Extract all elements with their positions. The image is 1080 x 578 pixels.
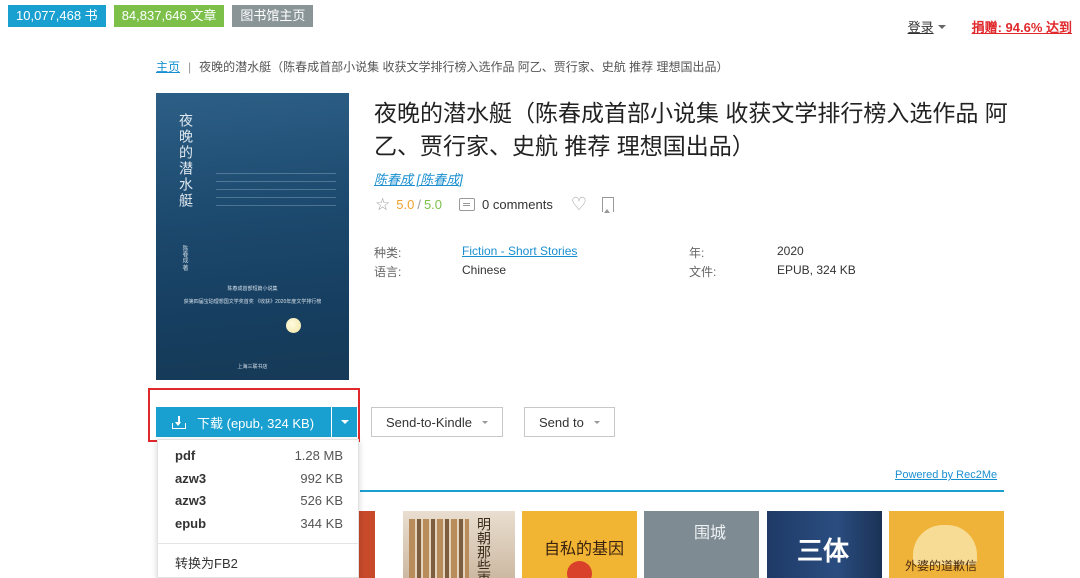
recommendation-book[interactable]: 自私的基因	[522, 511, 637, 578]
recommendation-book[interactable]: 明朝那些事儿	[403, 511, 515, 578]
breadcrumb: 主页 | 夜晚的潜水艇（陈春成首部小说集 收获文学排行榜入选作品 阿乙、贾行家、…	[156, 58, 728, 75]
language-value: Chinese	[462, 263, 507, 277]
library-home-badge[interactable]: 图书馆主页	[232, 5, 314, 27]
login-label: 登录	[907, 20, 934, 35]
format-option-azw3[interactable]: azw3 992 KB	[175, 468, 343, 488]
send-to-kindle-button[interactable]: Send-to-Kindle	[371, 407, 503, 437]
category-value[interactable]: Fiction - Short Stories	[462, 244, 577, 258]
chevron-down-icon	[593, 420, 600, 424]
book-title: 夜晚的潜水艇（陈春成首部小说集 收获文学排行榜入选作品 阿乙、贾行家、史航 推荐…	[374, 100, 1008, 159]
send-to-label: Send to	[539, 414, 584, 430]
cover-publisher: 上海三联书店	[237, 364, 268, 370]
convert-option[interactable]: 转换为FB2	[175, 553, 238, 572]
rating-row: ☆ 5.0 / 5.0 0 comments ♡	[375, 195, 614, 213]
file-label: 文件:	[689, 265, 717, 279]
moon-icon	[286, 318, 301, 333]
send-to-button[interactable]: Send to	[524, 407, 615, 437]
download-format-dropdown: pdf 1.28 MB azw3 992 KB azw3 526 KB epub…	[157, 439, 359, 578]
property-category: 种类: Fiction - Short Stories	[374, 244, 577, 261]
format-name: azw3	[175, 492, 207, 508]
format-name: pdf	[175, 447, 196, 463]
cover-title: 夜晚的潜水艇	[177, 113, 193, 209]
format-name: azw3	[175, 470, 207, 486]
download-button[interactable]: 下载 (epub, 324 KB)	[156, 407, 331, 437]
rec-book-title: 三体	[797, 537, 850, 567]
recommendations-divider	[360, 490, 1004, 492]
download-options-toggle[interactable]	[332, 407, 357, 437]
year-value: 2020	[777, 244, 804, 258]
donate-link[interactable]: 捐赠: 94.6% 达到	[972, 17, 1072, 36]
cover-subtitle-2: 获第四届宝珀理想国文学奖首奖 《收获》2020年度文学排行榜	[183, 299, 322, 305]
login-dropdown[interactable]: 登录	[908, 17, 946, 36]
format-size: 344 KB	[300, 515, 343, 531]
file-value: EPUB, 324 KB	[777, 263, 856, 277]
dropdown-divider	[158, 543, 358, 544]
property-year: 年: 2020	[689, 244, 804, 261]
article-count-badge[interactable]: 84,837,646 文章	[113, 5, 225, 27]
rec-book-title: 自私的基因	[544, 539, 625, 558]
rating-value: 5.0	[396, 196, 415, 212]
breadcrumb-current: 夜晚的潜水艇（陈春成首部小说集 收获文学排行榜入选作品 阿乙、贾行家、史航 推荐…	[199, 60, 729, 74]
comment-icon[interactable]	[459, 197, 476, 211]
cover-subtitle-1: 陈春成首部短篇小说集	[227, 286, 278, 292]
comments-link[interactable]: 0 comments	[482, 197, 553, 212]
recommendation-book[interactable]: 三体	[767, 511, 882, 578]
chevron-down-icon	[340, 420, 349, 424]
heart-icon[interactable]: ♡	[571, 195, 587, 213]
book-cover[interactable]: 夜晚的潜水艇 陈春成 著 陈春成首部短篇小说集 获第四届宝珀理想国文学奖首奖 《…	[156, 93, 349, 380]
recommendation-book[interactable]	[358, 511, 375, 578]
bookmark-icon[interactable]	[601, 196, 614, 213]
recommendation-book[interactable]: 围城	[644, 511, 759, 578]
download-label: 下载 (epub, 324 KB)	[197, 415, 315, 431]
chevron-down-icon	[482, 420, 488, 424]
rec-book-title: 外婆的道歉信	[905, 559, 978, 573]
download-icon	[172, 415, 186, 429]
top-right-links: 登录 捐赠: 94.6% 达到	[908, 17, 1072, 36]
breadcrumb-separator: |	[188, 59, 192, 74]
format-option-azw3[interactable]: azw3 526 KB	[175, 490, 343, 510]
format-option-pdf[interactable]: pdf 1.28 MB	[175, 445, 343, 465]
star-icon[interactable]: ☆	[375, 196, 390, 213]
category-label: 种类:	[374, 246, 402, 260]
top-stats: 10,077,468 书 84,837,646 文章 图书馆主页	[8, 5, 314, 27]
send-to-kindle-label: Send-to-Kindle	[386, 414, 472, 430]
format-name: epub	[175, 515, 207, 531]
author-link[interactable]: 陈春成 [陈春成]	[374, 169, 463, 188]
cover-author: 陈春成 著	[181, 245, 187, 271]
format-size: 992 KB	[300, 470, 343, 486]
language-label: 语言:	[374, 265, 402, 279]
property-file: 文件: EPUB, 324 KB	[689, 263, 856, 280]
year-label: 年:	[689, 246, 705, 260]
breadcrumb-home[interactable]: 主页	[156, 58, 180, 75]
powered-by-link[interactable]: Powered by Rec2Me	[895, 469, 997, 481]
chevron-down-icon	[937, 24, 946, 29]
property-language: 语言: Chinese	[374, 263, 506, 280]
rating-total: 5.0	[423, 196, 443, 212]
cover-staff-lines	[216, 173, 336, 233]
rec-book-title: 明朝那些事儿	[475, 517, 491, 578]
rec-book-title: 围城	[694, 523, 727, 542]
format-option-epub[interactable]: epub 344 KB	[175, 513, 343, 533]
recommendation-book[interactable]: 外婆的道歉信	[889, 511, 1004, 578]
format-size: 526 KB	[300, 492, 343, 508]
book-count-badge[interactable]: 10,077,468 书	[8, 5, 106, 27]
format-size: 1.28 MB	[294, 447, 343, 463]
